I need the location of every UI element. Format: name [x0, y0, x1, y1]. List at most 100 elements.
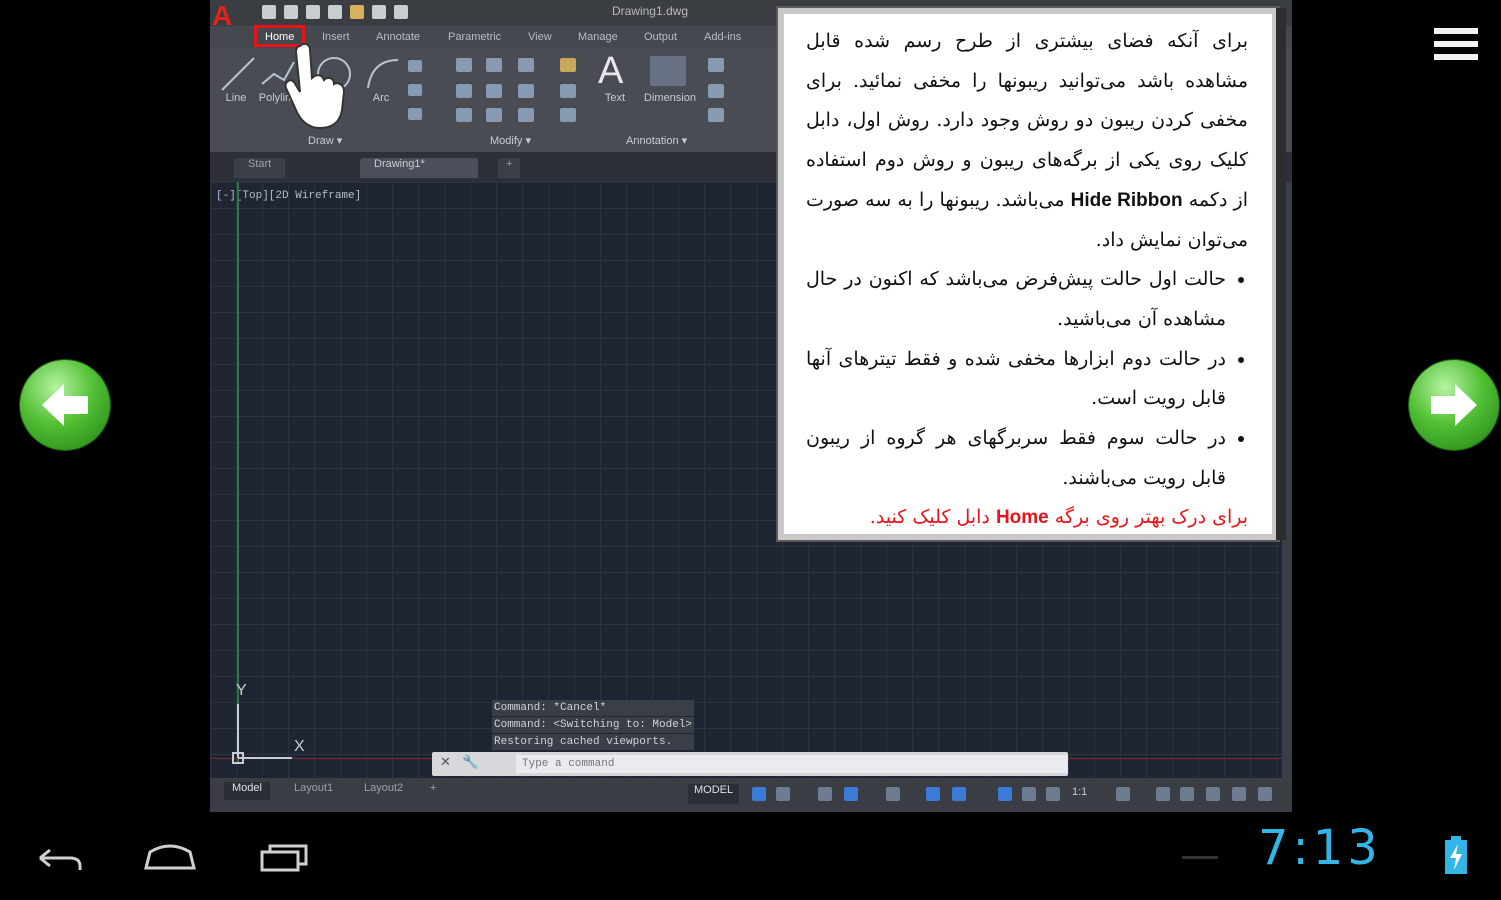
- file-tab-start: Start: [234, 158, 286, 178]
- auto-scale-icon: [1022, 787, 1036, 801]
- annotation-visibility-icon: [998, 787, 1012, 801]
- hint-suffix: دابل کلیک کنید.: [869, 506, 990, 529]
- ribbon-mode-item: حالت اول حالت پیش‌فرض می‌باشد که اکنون د…: [806, 260, 1226, 339]
- open-file-icon: [284, 5, 298, 19]
- ribbon-modes-list: حالت اول حالت پیش‌فرض می‌باشد که اکنون د…: [806, 260, 1248, 498]
- ribbon-tab-output: Output: [644, 31, 678, 43]
- save-icon: [306, 5, 320, 19]
- hamburger-menu-button[interactable]: [1434, 28, 1478, 66]
- plot-icon: [394, 5, 408, 19]
- tutorial-text: برای آنکه فضای بیشتری از طرح رسم شده قاب…: [806, 22, 1248, 538]
- tutorial-paragraph: برای آنکه فضای بیشتری از طرح رسم شده قاب…: [806, 22, 1248, 260]
- line-tool-icon: [221, 57, 255, 91]
- model-space-button: MODEL: [688, 784, 740, 804]
- hand-pointer-icon: [284, 42, 346, 130]
- hint-prefix: برای درک بهتر روی برگه: [1054, 506, 1248, 529]
- move-tool-icon: [456, 58, 472, 72]
- menu-bar: [1434, 54, 1478, 60]
- mirror-tool-icon: [486, 84, 502, 98]
- save-web-icon: [372, 5, 386, 19]
- battery-charging-icon: [1445, 836, 1467, 874]
- home-button[interactable]: [140, 838, 200, 878]
- command-history-line: Restoring cached viewports.: [492, 734, 695, 750]
- text-tool-icon: A: [598, 50, 624, 92]
- isolate-icon: [1180, 787, 1194, 801]
- plus-icon: [1156, 787, 1170, 801]
- hardware-acceleration-icon: [1206, 787, 1220, 801]
- ucs-y-label: Y: [236, 682, 247, 699]
- otrack-icon: [926, 787, 940, 801]
- add-layout-button: +: [430, 782, 437, 794]
- y-axis-line: [237, 182, 239, 762]
- recent-apps-button[interactable]: [254, 838, 314, 878]
- ribbon-mode-item: در حالت سوم فقط سربرگهای هر گروه از ریبو…: [806, 419, 1226, 498]
- fillet-tool-icon: [518, 84, 534, 98]
- ribbon-mode-item: در حالت دوم ابزارها مخفی شده و فقط تیتره…: [806, 340, 1226, 419]
- arrow-left-icon: [42, 384, 88, 426]
- ortho-icon: [818, 787, 832, 801]
- arc-tool-icon: [367, 59, 399, 89]
- ribbon-tab-manage: Manage: [578, 31, 618, 43]
- snap-icon: [776, 787, 790, 801]
- hatch-tool-icon: [408, 108, 422, 120]
- menu-bar: [1434, 28, 1478, 34]
- command-history: Command: *Cancel* Command: <Switching to…: [492, 700, 695, 751]
- notification-dash: [1182, 856, 1218, 859]
- dimension-tool-label: Dimension: [644, 92, 696, 104]
- text-box-scrollbar[interactable]: [1276, 8, 1286, 540]
- arc-tool-label: Arc: [372, 92, 390, 104]
- copy-tool-icon: [456, 84, 472, 98]
- new-tab-button: +: [498, 158, 521, 178]
- erase-tool-icon: [560, 58, 576, 72]
- leader-icon: [708, 84, 724, 98]
- arrow-right-icon: [1431, 384, 1477, 426]
- wrench-icon: 🔧: [462, 755, 479, 770]
- text-tool-label: Text: [604, 92, 626, 104]
- polar-icon: [844, 787, 858, 801]
- layout-tab-layout1: Layout1: [294, 782, 334, 794]
- layout-tab-layout2: Layout2: [364, 782, 404, 794]
- table-icon: [708, 108, 724, 122]
- line-tool-label: Line: [225, 92, 247, 104]
- rotate-tool-icon: [486, 58, 502, 72]
- stretch-tool-icon: [456, 108, 472, 122]
- tutorial-intro: برای آنکه فضای بیشتری از طرح رسم شده قاب…: [806, 30, 1248, 211]
- modify-panel-title: Modify ▾: [490, 135, 531, 147]
- draw-panel-title: Draw ▾: [308, 135, 343, 147]
- offset-tool-icon: [560, 108, 576, 122]
- annotation-panel-title: Annotation ▾: [626, 135, 688, 147]
- grid-icon: [752, 787, 766, 801]
- trim-tool-icon: [518, 58, 534, 72]
- layout-tab-model: Model: [224, 782, 270, 800]
- ucs-x-label: X: [294, 738, 305, 755]
- command-line: ✕ 🔧: [432, 752, 1068, 776]
- system-clock: 7:13: [1258, 820, 1382, 876]
- drawing-filename: Drawing1.dwg: [611, 4, 689, 18]
- tutorial-intro-end: می‌باشد.: [995, 188, 1065, 211]
- scale-tool-icon: [486, 108, 502, 122]
- back-button[interactable]: [28, 838, 88, 878]
- tutorial-text-box: برای آنکه فضای بیشتری از طرح رسم شده قاب…: [778, 8, 1278, 540]
- linear-dim-icon: [708, 58, 724, 72]
- command-input: [516, 755, 1068, 773]
- hint-home-word: Home: [995, 507, 1049, 529]
- command-history-line: Command: <Switching to: Model>: [492, 717, 695, 733]
- clean-screen-icon: [1232, 787, 1246, 801]
- next-page-button[interactable]: [1409, 360, 1499, 450]
- hide-ribbon-term: Hide Ribbon: [1070, 189, 1183, 211]
- dynamic-ucs-icon: [952, 787, 966, 801]
- new-file-icon: [262, 5, 276, 19]
- previous-page-button[interactable]: [20, 360, 110, 450]
- rectangle-tool-icon: [408, 60, 422, 72]
- array-tool-icon: [518, 108, 534, 122]
- annotation-scale-icon: [1046, 787, 1060, 801]
- status-bar: Model Layout1 Layout2 + MODEL 1:1: [210, 778, 1292, 812]
- dimension-tool-icon: [650, 56, 686, 86]
- ribbon-tab-annotate: Annotate: [376, 31, 421, 43]
- ellipse-tool-icon: [408, 84, 422, 96]
- menu-bar: [1434, 41, 1478, 47]
- file-tab-drawing1: Drawing1*: [360, 158, 478, 178]
- explode-tool-icon: [560, 84, 576, 98]
- ribbon-tab-addins: Add-ins: [704, 31, 742, 43]
- workspace-gear-icon: [1116, 787, 1130, 801]
